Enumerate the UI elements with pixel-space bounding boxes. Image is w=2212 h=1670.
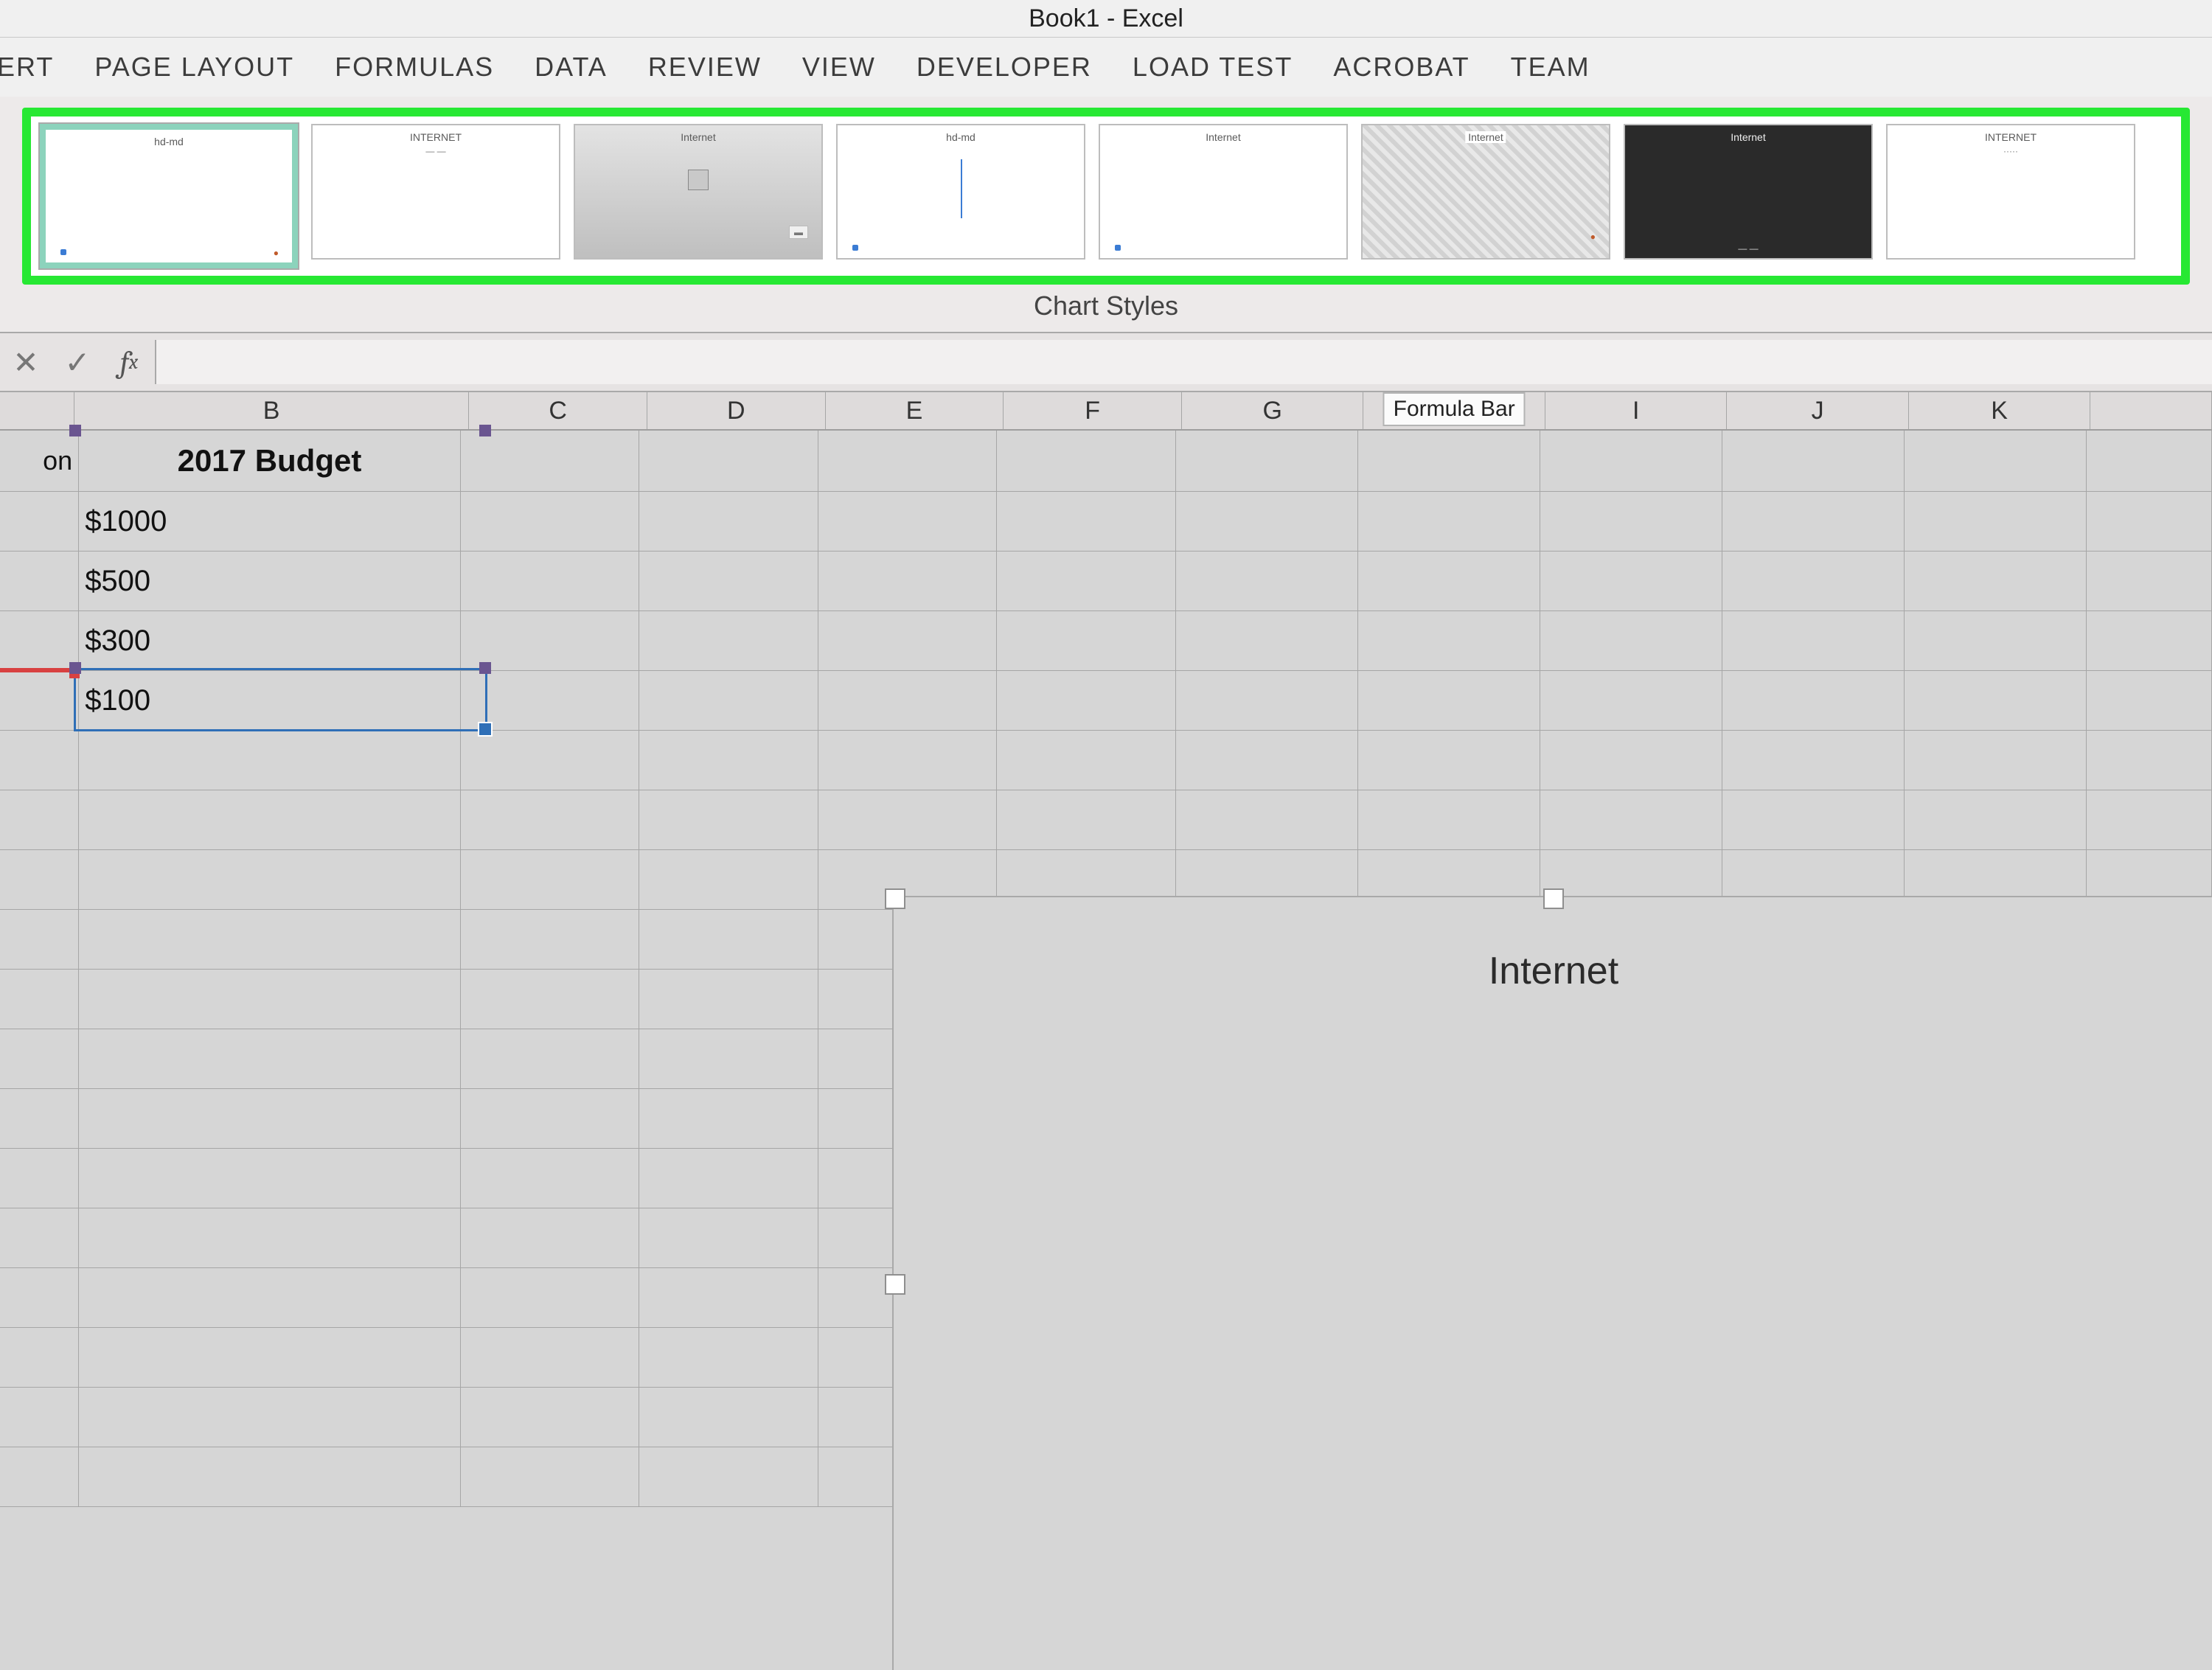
cell-d1[interactable] — [639, 431, 818, 491]
chart-style-4[interactable]: hd-md — [836, 124, 1085, 260]
cell-a5[interactable] — [0, 671, 79, 730]
tab-data[interactable]: DATA — [535, 52, 608, 83]
chart-title[interactable]: Internet — [1489, 949, 1618, 993]
col-header-l[interactable] — [2090, 392, 2212, 429]
cell-b5[interactable]: $100 — [79, 671, 461, 730]
tab-review[interactable]: REVIEW — [648, 52, 762, 83]
tab-load-test[interactable]: LOAD TEST — [1133, 52, 1293, 83]
chart-style-8[interactable]: INTERNET ····· — [1886, 124, 2135, 260]
formula-bar-tooltip: Formula Bar — [1383, 392, 1526, 426]
cell-g1[interactable] — [1176, 431, 1358, 491]
red-range-border — [0, 668, 74, 672]
cell-l1[interactable] — [2087, 431, 2212, 491]
col-header-b[interactable]: B — [74, 392, 469, 429]
select-all-corner[interactable] — [0, 392, 74, 429]
cell-a2[interactable] — [0, 492, 79, 551]
cell-e1[interactable] — [818, 431, 997, 491]
cell-c1[interactable] — [461, 431, 639, 491]
embedded-chart[interactable]: Internet — [892, 896, 2212, 1670]
col-header-g[interactable]: G — [1182, 392, 1363, 429]
chart-style-7[interactable]: Internet — — — [1624, 124, 1873, 260]
cell-k1[interactable] — [1905, 431, 2087, 491]
tab-page-layout[interactable]: PAGE LAYOUT — [94, 52, 294, 83]
cell-b4[interactable]: $300 — [79, 611, 461, 670]
cell-f1[interactable] — [997, 431, 1175, 491]
chart-resize-handle[interactable] — [885, 1274, 905, 1295]
cancel-icon[interactable]: ✕ — [0, 333, 52, 391]
cell-a3[interactable] — [0, 552, 79, 610]
formula-bar: ✕ ✓ fx — [0, 332, 2212, 392]
cell-a1[interactable]: on — [0, 431, 79, 491]
chart-resize-handle[interactable] — [885, 888, 905, 909]
formula-input[interactable] — [155, 340, 2212, 384]
enter-icon[interactable]: ✓ — [52, 333, 103, 391]
chart-style-2[interactable]: INTERNET — — — [311, 124, 560, 260]
chart-style-6[interactable]: Internet ● — [1361, 124, 1610, 260]
tab-team[interactable]: TEAM — [1511, 52, 1590, 83]
chart-style-1[interactable]: hd-md ● — [40, 124, 298, 268]
tab-view[interactable]: VIEW — [802, 52, 876, 83]
cell-a4[interactable] — [0, 611, 79, 670]
tab-formulas[interactable]: FORMULAS — [335, 52, 494, 83]
col-header-f[interactable]: F — [1004, 392, 1182, 429]
chart-styles-gallery: hd-md ● INTERNET — — Internet ▬ hd-md In… — [22, 108, 2190, 285]
col-header-c[interactable]: C — [469, 392, 647, 429]
range-handle-icon[interactable] — [69, 662, 81, 674]
cell-b2[interactable]: $1000 — [79, 492, 461, 551]
ribbon-chart-styles: hd-md ● INTERNET — — Internet ▬ hd-md In… — [0, 97, 2212, 332]
range-handle-icon[interactable] — [69, 425, 81, 436]
col-header-h[interactable]: Formula Bar H — [1363, 392, 1545, 429]
chart-style-5[interactable]: Internet — [1099, 124, 1348, 260]
window-title: Book1 - Excel — [0, 0, 2212, 38]
col-header-d[interactable]: D — [647, 392, 826, 429]
tab-acrobat[interactable]: ACROBAT — [1333, 52, 1470, 83]
tab-developer[interactable]: DEVELOPER — [917, 52, 1092, 83]
cell-b1[interactable]: 2017 Budget — [79, 431, 461, 491]
cell-i1[interactable] — [1540, 431, 1722, 491]
col-header-k[interactable]: K — [1909, 392, 2090, 429]
fx-icon[interactable]: fx — [103, 333, 155, 391]
range-handle-icon[interactable] — [479, 662, 491, 674]
range-handle-icon[interactable] — [479, 425, 491, 436]
tab-insert[interactable]: SERT — [0, 52, 54, 83]
col-header-j[interactable]: J — [1727, 392, 1908, 429]
col-header-e[interactable]: E — [826, 392, 1004, 429]
ribbon-tabs: SERT PAGE LAYOUT FORMULAS DATA REVIEW VI… — [0, 38, 2212, 97]
chart-resize-handle[interactable] — [1543, 888, 1564, 909]
ribbon-group-label: Chart Styles — [0, 285, 2212, 324]
cell-h1[interactable] — [1358, 431, 1540, 491]
chart-style-3[interactable]: Internet ▬ — [574, 124, 823, 260]
cell-b3[interactable]: $500 — [79, 552, 461, 610]
col-header-i[interactable]: I — [1545, 392, 1727, 429]
cell-j1[interactable] — [1722, 431, 1905, 491]
